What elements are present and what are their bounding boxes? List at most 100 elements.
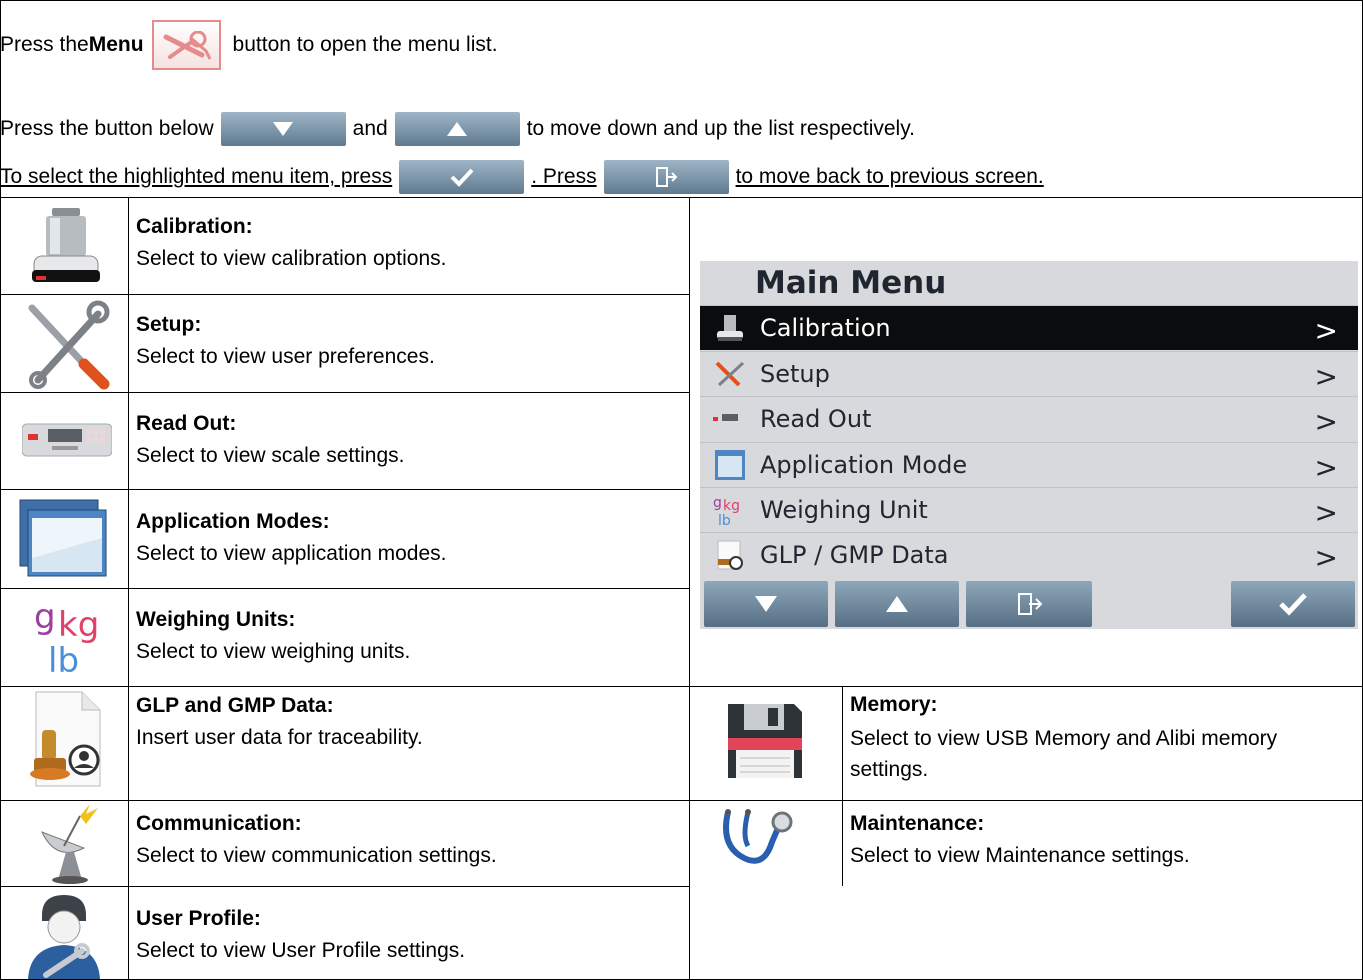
- readout-display-icon: [21, 420, 113, 465]
- softkey-enter[interactable]: [1231, 581, 1355, 627]
- intro-text: to move down and up the list respectivel…: [526, 117, 916, 140]
- glp-document-stamp-icon: [26, 690, 106, 793]
- menu-row-label: Setup: [760, 360, 830, 388]
- item-title: Communication:: [136, 812, 302, 835]
- svg-text:g: g: [713, 495, 722, 511]
- up-arrow-icon: [886, 596, 908, 612]
- up-arrow-icon: [447, 122, 468, 136]
- menu-row-weighing-unit[interactable]: g kg lb Weighing Unit >: [700, 487, 1358, 532]
- calibration-weight-icon: [30, 206, 102, 291]
- softkey-back[interactable]: [966, 581, 1092, 627]
- intro-text: Press the button below: [0, 117, 214, 140]
- application-modes-cell: Application Modes: Select to view applic…: [136, 506, 447, 569]
- user-profile-cell: User Profile: Select to view User Profil…: [136, 903, 465, 966]
- item-title: Calibration:: [136, 215, 253, 238]
- softkey-up[interactable]: [835, 581, 959, 627]
- glp-gmp-cell: GLP and GMP Data: Insert user data for t…: [136, 690, 423, 753]
- menu-row-label: Weighing Unit: [760, 496, 928, 524]
- item-title: Maintenance:: [850, 812, 985, 835]
- item-desc: Select to view user preferences.: [136, 344, 435, 368]
- down-arrow-icon: [755, 596, 777, 612]
- intro-bold-menu: Menu: [88, 33, 144, 56]
- down-arrow-icon: [273, 122, 294, 136]
- softkey-down[interactable]: [704, 581, 828, 627]
- user-profile-icon: [22, 893, 106, 980]
- intro-text: To select the highlighted menu item, pre…: [0, 165, 393, 188]
- satellite-dish-icon: [36, 802, 108, 889]
- item-desc: Select to view application modes.: [136, 541, 447, 565]
- setup-tools-icon: [24, 298, 110, 395]
- divider: [689, 197, 690, 980]
- weighing-units-cell: Weighing Units: Select to view weighing …: [136, 604, 410, 667]
- main-menu-title: Main Menu: [755, 265, 947, 301]
- readout-cell: Read Out: Select to view scale settings.: [136, 408, 404, 471]
- weighing-units-icon: g kg lb: [34, 594, 114, 683]
- back-exit-button[interactable]: [603, 160, 729, 194]
- chevron-right-icon: >: [1314, 541, 1338, 574]
- menu-tools-icon: [163, 31, 211, 60]
- setup-cell: Setup: Select to view user preferences.: [136, 309, 435, 372]
- item-title: Application Modes:: [136, 510, 330, 533]
- intro-line-select: To select the highlighted menu item, pre…: [0, 156, 1044, 198]
- weighing-units-icon: g kg lb: [700, 490, 760, 530]
- item-title: GLP and GMP Data:: [136, 694, 334, 717]
- intro-text: Press the: [0, 33, 89, 56]
- divider: [128, 197, 129, 980]
- exit-door-icon: [1018, 593, 1043, 615]
- menu-row-setup[interactable]: Setup >: [700, 351, 1358, 396]
- svg-text:kg: kg: [723, 498, 740, 514]
- up-arrow-button[interactable]: [394, 112, 520, 146]
- item-desc: Select to view calibration options.: [136, 246, 447, 270]
- menu-row-application-mode[interactable]: Application Mode >: [700, 442, 1358, 487]
- menu-row-read-out[interactable]: Read Out >: [700, 396, 1358, 441]
- intro-text: to move back to previous screen.: [735, 165, 1044, 188]
- item-desc: Insert user data for traceability.: [136, 725, 423, 749]
- svg-text:kg: kg: [58, 605, 99, 645]
- intro-line-navigation: Press the button below and to move down …: [0, 108, 915, 150]
- item-title: Read Out:: [136, 412, 237, 435]
- divider: [0, 800, 1363, 801]
- application-windows-icon: [18, 498, 108, 587]
- item-desc: Select to view User Profile settings.: [136, 938, 466, 962]
- stethoscope-icon: [718, 806, 808, 887]
- communication-cell: Communication: Select to view communicat…: [136, 808, 497, 871]
- setup-tools-icon: [700, 354, 760, 394]
- application-windows-icon: [700, 445, 760, 485]
- item-desc: Select to view scale settings.: [136, 443, 405, 467]
- item-title: Memory:: [850, 693, 938, 716]
- divider: [0, 489, 689, 490]
- menu-row-label: Read Out: [760, 405, 872, 433]
- glp-document-stamp-icon: [700, 535, 760, 575]
- menu-softkey-bar: [700, 578, 1358, 629]
- svg-text:lb: lb: [48, 641, 79, 678]
- readout-display-icon: [700, 399, 760, 439]
- checkmark-icon: [1279, 593, 1307, 616]
- enter-check-button[interactable]: [399, 160, 525, 194]
- chevron-right-icon: >: [1314, 314, 1338, 347]
- divider: [0, 686, 1363, 687]
- item-title: User Profile:: [136, 907, 261, 930]
- divider: [0, 588, 689, 589]
- chevron-right-icon: >: [1314, 405, 1338, 438]
- checkmark-icon: [450, 168, 474, 187]
- item-desc: Select to view USB Memory and Alibi memo…: [850, 727, 1278, 781]
- main-menu-screen: Main Menu Calibration > Setup > Read Out…: [700, 261, 1358, 629]
- down-arrow-button[interactable]: [220, 112, 346, 146]
- menu-row-label: Application Mode: [760, 451, 968, 479]
- floppy-disk-icon: [724, 700, 806, 787]
- divider: [0, 294, 689, 295]
- calibration-weight-icon: [700, 308, 760, 348]
- item-title: Weighing Units:: [136, 608, 296, 631]
- menu-button[interactable]: [151, 20, 221, 70]
- chevron-right-icon: >: [1314, 451, 1338, 484]
- maintenance-cell: Maintenance: Select to view Maintenance …: [850, 808, 1190, 871]
- intro-text: . Press: [531, 165, 597, 188]
- menu-row-calibration[interactable]: Calibration >: [700, 305, 1358, 350]
- chevron-right-icon: >: [1314, 496, 1338, 529]
- menu-row-glp-gmp[interactable]: GLP / GMP Data >: [700, 532, 1358, 577]
- svg-text:g: g: [34, 597, 56, 637]
- exit-door-icon: [656, 167, 678, 187]
- calibration-cell: Calibration: Select to view calibration …: [136, 211, 447, 274]
- divider: [0, 197, 1363, 198]
- item-desc: Select to view weighing units.: [136, 639, 411, 663]
